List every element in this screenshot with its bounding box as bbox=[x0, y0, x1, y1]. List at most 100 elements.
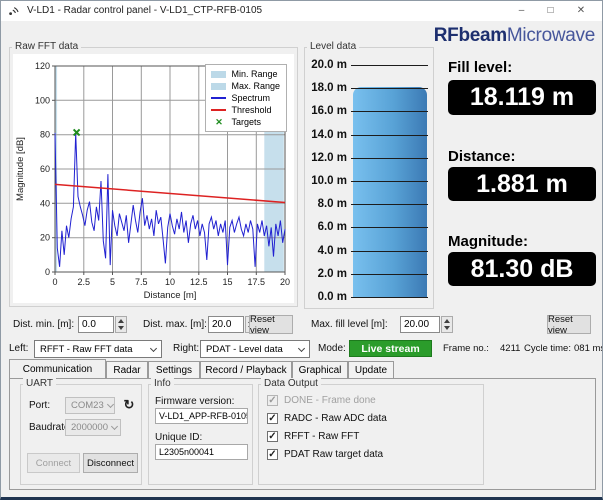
maximize-button[interactable]: □ bbox=[536, 1, 565, 20]
title-bar: V-LD1 - Radar control panel - V-LD1_CTP-… bbox=[1, 1, 602, 21]
baudrate-selected-value: 2000000 bbox=[71, 422, 108, 433]
dist-min-stepper[interactable]: 0.0 bbox=[78, 316, 127, 333]
window-title: V-LD1 - Radar control panel - V-LD1_CTP-… bbox=[27, 5, 263, 16]
tab-radar[interactable]: Radar bbox=[106, 361, 148, 378]
svg-text:20: 20 bbox=[280, 277, 290, 287]
spinner-up-icon bbox=[118, 318, 124, 323]
legend-spectrum: Spectrum bbox=[231, 93, 270, 103]
max-fill-input[interactable]: 20.00 bbox=[400, 316, 440, 333]
right-chart-selected-value: PDAT - Level data bbox=[206, 343, 283, 355]
gauge-tick: 6.0 m bbox=[317, 221, 347, 234]
data-output-group: Data Output ✓ DONE - Frame done ✓ RADC -… bbox=[258, 378, 484, 485]
rfbeam-logo: RFbeamMicrowave bbox=[434, 25, 596, 47]
tab-communication[interactable]: Communication bbox=[9, 359, 106, 378]
left-chart-select[interactable]: RFFT - Raw FFT data bbox=[34, 340, 162, 358]
firmware-version-label: Firmware version: bbox=[155, 396, 235, 407]
connect-button: Connect bbox=[27, 453, 80, 473]
target-marker-icon: ✕ bbox=[215, 117, 223, 127]
raw-fft-group: Raw FFT data 0 2.5 5 7.5 10 12.5 15 17.5 20 0 20 40… bbox=[9, 41, 298, 307]
chevron-down-icon bbox=[297, 344, 306, 352]
gauge-tick-labels: 20.0 m 18.0 m 16.0 m 14.0 m 12.0 m 10.0 … bbox=[307, 58, 347, 304]
legend-max-range: Max. Range bbox=[231, 81, 280, 91]
dist-max-input[interactable]: 20.0 bbox=[208, 316, 244, 333]
max-fill-down-button[interactable] bbox=[442, 325, 452, 333]
svg-text:Distance [m]: Distance [m] bbox=[144, 290, 197, 301]
rfft-checkbox-row[interactable]: ✓ RFFT - Raw FFT bbox=[267, 431, 359, 442]
svg-text:17.5: 17.5 bbox=[248, 277, 266, 287]
svg-text:0: 0 bbox=[52, 277, 57, 287]
spinner-up-icon bbox=[444, 318, 450, 323]
rfft-checkbox-label: RFFT - Raw FFT bbox=[284, 431, 360, 442]
disconnect-button[interactable]: Disconnect bbox=[83, 453, 138, 473]
tab-record-playback[interactable]: Record / Playback bbox=[200, 361, 292, 378]
gauge-tick: 20.0 m bbox=[311, 59, 347, 71]
info-group-label: Info bbox=[151, 378, 174, 389]
pdat-checkbox-label: PDAT Raw target data bbox=[284, 449, 384, 460]
minimize-button[interactable]: – bbox=[507, 1, 536, 20]
pdat-checkbox[interactable]: ✓ bbox=[267, 449, 278, 460]
dist-min-input[interactable]: 0.0 bbox=[78, 316, 114, 333]
dist-min-down-button[interactable] bbox=[116, 325, 126, 333]
distance-value: 1.881 m bbox=[448, 167, 596, 201]
max-fill-stepper[interactable]: 20.00 bbox=[400, 316, 453, 333]
unique-id-field[interactable]: L2305n00041 bbox=[155, 444, 248, 460]
gauge-tick: 12.0 m bbox=[311, 151, 347, 164]
uart-group-label: UART bbox=[23, 378, 57, 389]
svg-text:60: 60 bbox=[40, 164, 50, 174]
magnitude-label: Magnitude: bbox=[448, 233, 528, 250]
svg-text:40: 40 bbox=[40, 198, 50, 208]
radc-checkbox-row[interactable]: ✓ RADC - Raw ADC data bbox=[267, 413, 387, 424]
firmware-version-field[interactable]: V-LD1_APP-RFB-0105 bbox=[155, 408, 248, 424]
spectrum-line-icon bbox=[211, 97, 227, 99]
svg-text:Magnitude [dB]: Magnitude [dB] bbox=[15, 137, 26, 201]
left-chart-label: Left: bbox=[9, 343, 29, 354]
communication-tab-panel: UART Port: COM23 ↻ Baudrate: 2000000 Con… bbox=[9, 378, 596, 490]
level-data-group: Level data 20.0 m 18.0 m 16.0 m 14.0 m 1… bbox=[304, 41, 434, 309]
distance-label: Distance: bbox=[448, 148, 516, 165]
dist-max-label: Dist. max. [m]: bbox=[143, 319, 207, 330]
fill-level-label: Fill level: bbox=[448, 59, 513, 76]
port-selected-value: COM23 bbox=[71, 400, 104, 411]
svg-text:120: 120 bbox=[35, 61, 50, 71]
cycle-time-value: 081 ms bbox=[574, 343, 603, 354]
legend-targets: Targets bbox=[231, 117, 261, 127]
svg-text:100: 100 bbox=[35, 95, 50, 105]
dist-min-up-button[interactable] bbox=[116, 317, 126, 325]
svg-text:0: 0 bbox=[45, 267, 50, 277]
gauge-tick: 14.0 m bbox=[311, 128, 347, 141]
baudrate-select: 2000000 bbox=[65, 419, 121, 436]
right-chart-select[interactable]: PDAT - Level data bbox=[200, 340, 310, 358]
chevron-down-icon bbox=[149, 344, 158, 352]
svg-text:5: 5 bbox=[110, 277, 115, 287]
level-reset-view-button[interactable]: Reset view bbox=[547, 314, 591, 336]
tab-settings[interactable]: Settings bbox=[148, 361, 200, 378]
pdat-checkbox-row[interactable]: ✓ PDAT Raw target data bbox=[267, 449, 383, 460]
app-window: V-LD1 - Radar control panel - V-LD1_CTP-… bbox=[0, 0, 603, 500]
refresh-ports-icon[interactable]: ↻ bbox=[120, 396, 138, 414]
tab-update[interactable]: Update bbox=[348, 361, 394, 378]
radc-checkbox[interactable]: ✓ bbox=[267, 413, 278, 424]
mode-label: Mode: bbox=[318, 343, 346, 354]
chevron-down-icon bbox=[106, 400, 114, 409]
frame-no-value: 4211 bbox=[500, 343, 521, 354]
max-range-swatch-icon bbox=[211, 82, 227, 90]
legend-min-range: Min. Range bbox=[231, 69, 278, 79]
max-fill-up-button[interactable] bbox=[442, 317, 452, 325]
fft-chart-area[interactable]: 0 2.5 5 7.5 10 12.5 15 17.5 20 0 20 40 60 80 100 120 Dis… bbox=[13, 54, 294, 303]
cycle-time-label: Cycle time: bbox=[524, 343, 571, 354]
gauge-tick: 16.0 m bbox=[311, 105, 347, 118]
tab-graphical[interactable]: Graphical bbox=[292, 361, 348, 378]
info-group: Info Firmware version: V-LD1_APP-RFB-010… bbox=[148, 378, 253, 485]
done-checkbox: ✓ bbox=[267, 395, 278, 406]
fill-level-value: 18.119 m bbox=[448, 80, 596, 115]
chevron-down-icon bbox=[110, 422, 119, 431]
close-button[interactable]: ✕ bbox=[566, 1, 596, 20]
gauge-tick: 18.0 m bbox=[311, 82, 347, 95]
mode-status-badge: Live stream bbox=[349, 340, 432, 357]
spinner-down-icon bbox=[444, 326, 450, 331]
svg-text:12.5: 12.5 bbox=[190, 277, 208, 287]
level-data-group-label: Level data bbox=[307, 41, 360, 52]
right-chart-label: Right: bbox=[173, 343, 200, 354]
rfft-checkbox[interactable]: ✓ bbox=[267, 431, 278, 442]
fft-reset-view-button[interactable]: Reset view bbox=[249, 314, 293, 336]
